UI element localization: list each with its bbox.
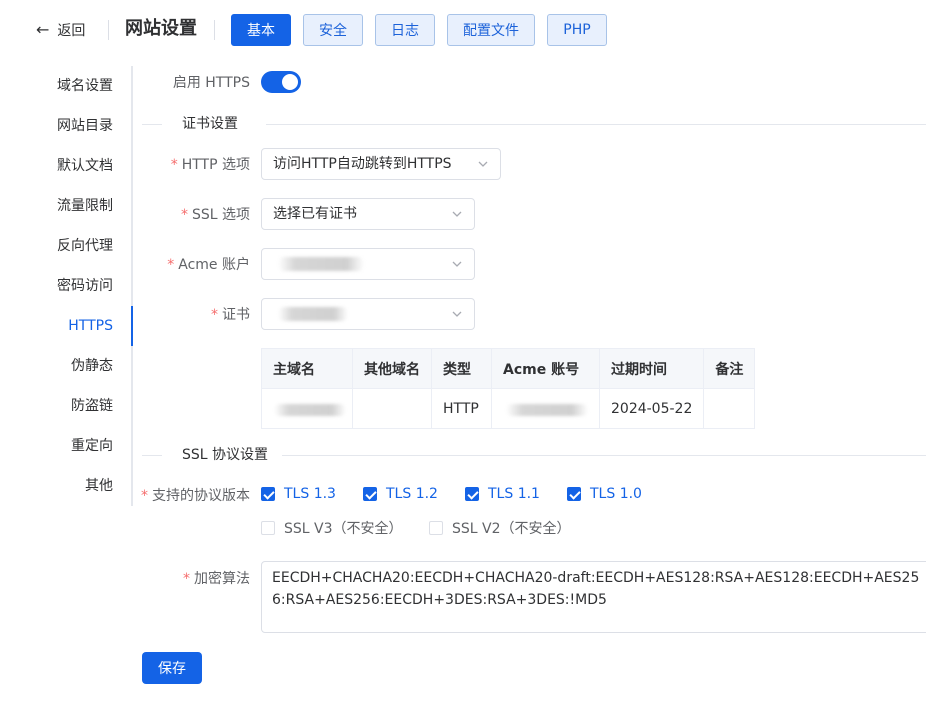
page-header: ← 返回 网站设置 基本 安全 日志 配置文件 PHP — [0, 0, 926, 60]
redacted-value — [278, 307, 348, 321]
column-header: 主域名 — [261, 348, 353, 389]
required-mark: * — [170, 157, 178, 173]
required-mark: * — [180, 207, 188, 223]
column-header: 其他域名 — [352, 348, 432, 389]
arrow-left-icon: ← — [36, 20, 50, 39]
cipher-textarea[interactable]: EECDH+CHACHA20:EECDH+CHACHA20-draft:EECD… — [261, 561, 926, 633]
required-mark: * — [211, 307, 218, 323]
redacted-value — [278, 257, 364, 271]
checkbox-box — [261, 487, 275, 501]
menu-item-password-access[interactable]: 密码访问 — [57, 266, 113, 306]
acme-account-select[interactable] — [261, 248, 475, 280]
menu-item-domain[interactable]: 域名设置 — [57, 66, 113, 106]
divider — [214, 20, 215, 40]
divider — [142, 124, 162, 125]
table-cell-note — [703, 388, 756, 429]
required-mark: * — [141, 488, 148, 504]
menu-item-redirect[interactable]: 重定向 — [71, 426, 113, 466]
ssl-option-label: * SSL 选项 — [180, 207, 250, 223]
menu-item-hotlink-protection[interactable]: 防盗链 — [71, 386, 113, 426]
checkbox-tls10[interactable]: TLS 1.0 — [567, 486, 642, 502]
checkbox-box — [465, 487, 479, 501]
protocols-label: * 支持的协议版本 — [141, 488, 250, 504]
redacted-value — [506, 404, 588, 416]
acme-account-label: * Acme 账户 — [167, 257, 250, 273]
column-header: 过期时间 — [598, 348, 705, 389]
column-header: 类型 — [431, 348, 492, 389]
ssl-option-select[interactable]: 选择已有证书 — [261, 198, 475, 230]
menu-item-https[interactable]: HTTPS — [68, 306, 113, 346]
divider — [282, 455, 926, 456]
required-mark: * — [183, 571, 190, 587]
checkbox-box — [363, 487, 377, 501]
toggle-knob — [282, 74, 298, 90]
menu-item-reverse-proxy[interactable]: 反向代理 — [57, 226, 113, 266]
divider — [266, 124, 926, 125]
table-header-row: 主域名 其他域名 类型 Acme 账号 过期时间 备注 — [261, 348, 756, 389]
http-option-value: 访问HTTP自动跳转到HTTPS — [273, 156, 452, 172]
chevron-down-icon — [452, 261, 462, 267]
tab-config-file[interactable]: 配置文件 — [447, 14, 535, 46]
tab-php[interactable]: PHP — [547, 14, 607, 46]
certificate-label: * 证书 — [211, 307, 250, 323]
chevron-down-icon — [478, 161, 488, 167]
checkbox-box — [567, 487, 581, 501]
menu-item-traffic-limit[interactable]: 流量限制 — [57, 186, 113, 226]
back-label: 返回 — [57, 23, 86, 39]
chevron-down-icon — [452, 211, 462, 217]
http-option-select[interactable]: 访问HTTP自动跳转到HTTPS — [261, 148, 501, 180]
https-enable-label: 启用 HTTPS — [172, 75, 250, 91]
column-header: Acme 账号 — [491, 348, 600, 389]
save-button[interactable]: 保存 — [142, 652, 202, 684]
tab-logs[interactable]: 日志 — [375, 14, 435, 46]
table-cell-acme-account — [491, 388, 600, 429]
menu-active-indicator — [131, 306, 133, 346]
checkbox-tls11[interactable]: TLS 1.1 — [465, 486, 540, 502]
cipher-label: * 加密算法 — [183, 571, 250, 587]
tab-basic[interactable]: 基本 — [231, 14, 291, 46]
checkbox-box — [261, 521, 275, 535]
ssl-section-header: SSL 协议设置 — [142, 445, 926, 465]
menu-item-other[interactable]: 其他 — [85, 466, 113, 506]
cert-section-header: 证书设置 — [142, 114, 926, 134]
menu-item-rewrite[interactable]: 伪静态 — [71, 346, 113, 386]
chevron-down-icon — [452, 311, 462, 317]
table-cell-type: HTTP — [431, 388, 492, 429]
table-row[interactable]: HTTP 2024-05-22 — [261, 388, 756, 429]
redacted-value — [274, 404, 346, 416]
checkbox-sslv2[interactable]: SSL V2（不安全） — [429, 518, 571, 538]
column-header: 备注 — [703, 348, 756, 389]
tab-security[interactable]: 安全 — [303, 14, 363, 46]
menu-item-default-document[interactable]: 默认文档 — [57, 146, 113, 186]
cert-section-title: 证书设置 — [182, 116, 238, 132]
checkbox-tls13[interactable]: TLS 1.3 — [261, 486, 336, 502]
ssl-option-value: 选择已有证书 — [273, 206, 357, 222]
https-toggle[interactable] — [261, 71, 301, 93]
checkbox-box — [429, 521, 443, 535]
settings-menu: 域名设置 网站目录 默认文档 流量限制 反向代理 密码访问 HTTPS 伪静态 … — [0, 66, 133, 506]
back-button[interactable]: ← 返回 — [36, 20, 85, 40]
table-cell-expire: 2024-05-22 — [598, 388, 705, 429]
table-cell-domain — [261, 388, 353, 429]
checkbox-sslv3[interactable]: SSL V3（不安全） — [261, 518, 403, 538]
http-option-label: * HTTP 选项 — [170, 157, 250, 173]
menu-item-site-directory[interactable]: 网站目录 — [57, 106, 113, 146]
certificate-table: 主域名 其他域名 类型 Acme 账号 过期时间 备注 HTTP 2024-05… — [261, 348, 756, 429]
page-title: 网站设置 — [125, 18, 197, 39]
required-mark: * — [167, 257, 175, 273]
certificate-select[interactable] — [261, 298, 475, 330]
table-cell-other-domains — [352, 388, 432, 429]
ssl-section-title: SSL 协议设置 — [182, 447, 269, 463]
divider — [108, 20, 109, 40]
divider — [142, 455, 162, 456]
checkbox-tls12[interactable]: TLS 1.2 — [363, 486, 438, 502]
